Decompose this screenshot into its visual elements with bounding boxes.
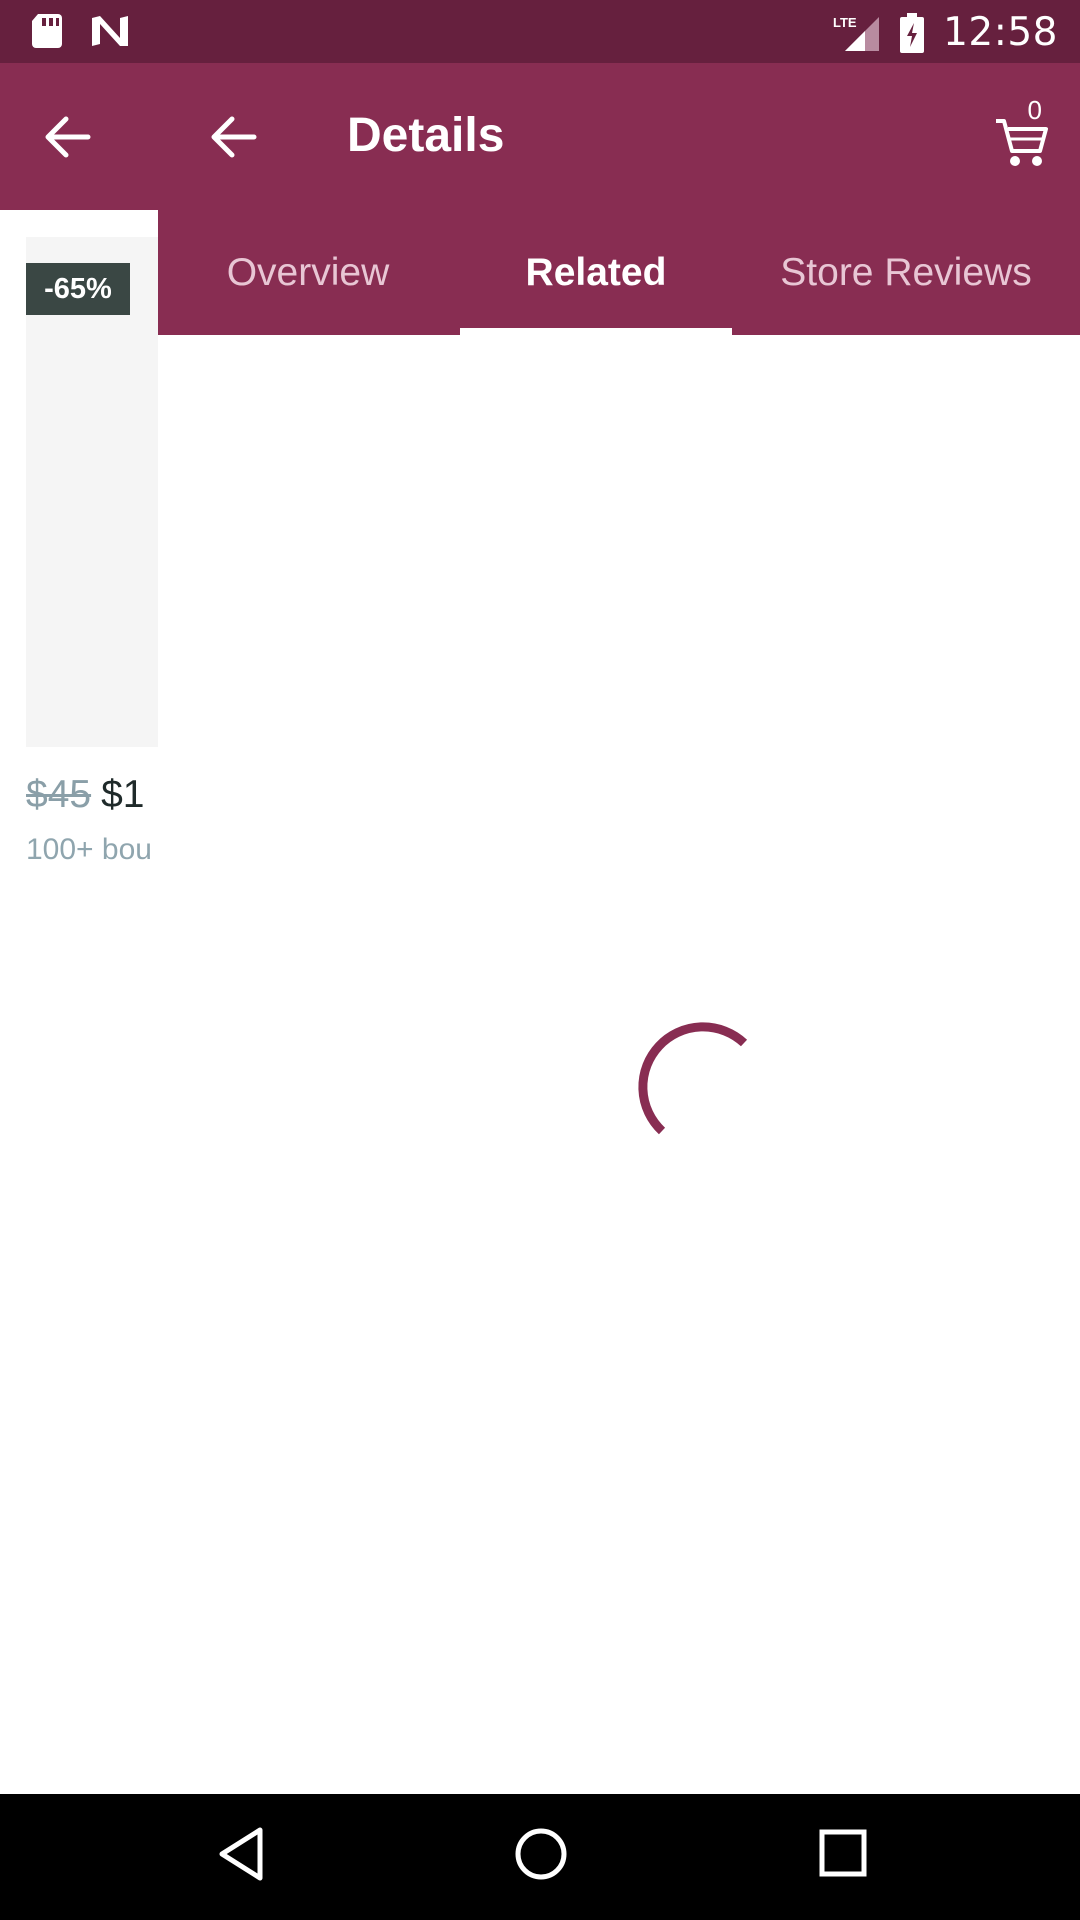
sd-card-icon [32,14,62,48]
new-price: $1 [101,773,145,816]
tab-store-reviews[interactable]: Store Reviews [732,210,1080,335]
page-title: Details [347,109,505,162]
loading-spinner [638,1022,748,1135]
previous-toolbar [0,63,160,210]
back-arrow-icon[interactable] [208,115,258,159]
back-arrow-icon[interactable] [42,115,92,159]
cart-count-badge: 0 [1027,95,1042,125]
tab-bar: Overview Related Store Reviews [158,210,1080,335]
clock: 12:58 [943,10,1058,55]
cart-button[interactable]: 0 [994,95,1054,171]
discount-badge: -65% [26,263,130,315]
tab-related[interactable]: Related [460,210,732,335]
status-left-icons [30,12,130,50]
n-app-icon [92,16,128,46]
nav-recents-icon[interactable] [812,1822,876,1886]
system-nav-bar [0,1794,1080,1920]
sold-count: 100+ bou [26,833,152,866]
details-panel: Details 0 Overview Related Store Reviews [158,63,1080,1794]
tab-indicator [460,328,732,335]
price-row: $45 $1 [26,773,160,817]
old-price: $45 [26,773,92,816]
lte-signal-icon: LTE [833,15,880,51]
status-right-icons: LTE 12:58 [833,10,1058,55]
toolbar: Details 0 [158,63,1080,210]
nav-home-icon[interactable] [509,1822,573,1886]
battery-charging-icon [900,12,925,53]
status-bar: LTE 12:58 [0,0,1080,63]
tab-overview[interactable]: Overview [158,210,458,335]
nav-back-icon[interactable] [210,1822,270,1886]
svg-text:LTE: LTE [833,15,857,30]
